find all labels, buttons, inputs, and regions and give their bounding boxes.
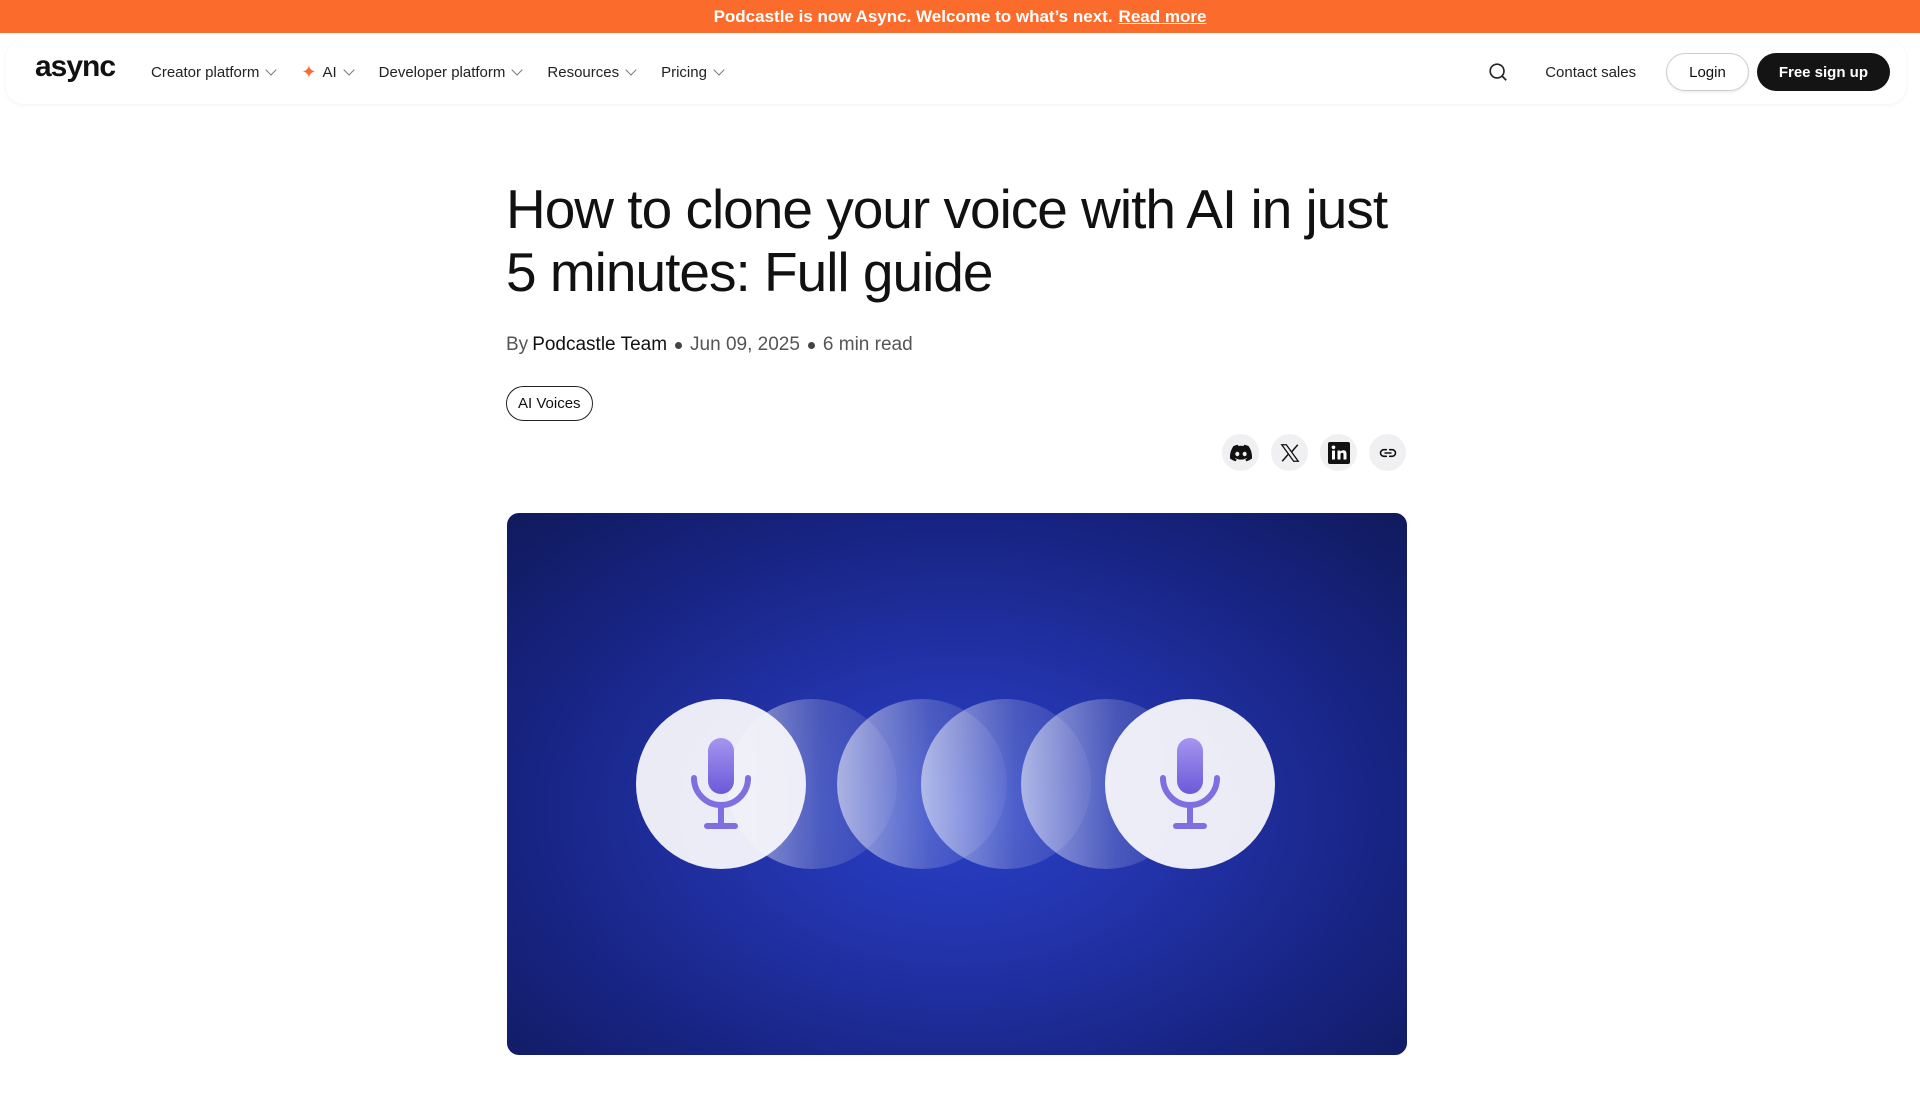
author-link[interactable]: Podcastle Team [532, 334, 667, 356]
x-icon [1279, 443, 1300, 462]
chevron-down-icon [342, 64, 355, 76]
linkedin-icon [1327, 441, 1350, 464]
by-label: By [506, 334, 529, 355]
menu-developer-platform[interactable]: Developer platform [378, 63, 524, 81]
article-meta: By Podcastle Team Jun 09, 2025 6 min rea… [506, 334, 1408, 356]
discord-icon [1229, 444, 1252, 461]
main-menu: Creator platform ✦ AI Developer platform… [151, 40, 725, 104]
banner-text: Podcastle is now Async. Welcome to what’… [713, 6, 1113, 26]
free-signup-button[interactable]: Free sign up [1756, 53, 1890, 91]
chevron-down-icon [265, 64, 278, 76]
top-navigation: async Creator platform ✦ AI Developer pl… [6, 40, 1906, 104]
search-icon [1489, 63, 1508, 81]
nav-actions: Contact sales Login Free sign up [1481, 40, 1890, 104]
menu-resources[interactable]: Resources [547, 63, 637, 81]
chevron-down-icon [713, 64, 725, 76]
separator-dot [807, 341, 815, 349]
microphone-icon [691, 738, 751, 829]
menu-ai[interactable]: ✦ AI [301, 62, 355, 82]
separator-dot [675, 341, 683, 349]
copy-link-button[interactable] [1369, 434, 1406, 471]
menu-label: Creator platform [151, 63, 260, 81]
sparkle-icon: ✦ [301, 62, 317, 82]
tag-ai-voices[interactable]: AI Voices [506, 386, 593, 421]
menu-label: Resources [547, 63, 620, 81]
login-button[interactable]: Login [1666, 53, 1749, 91]
link-icon [1379, 448, 1396, 457]
menu-pricing[interactable]: Pricing [661, 63, 725, 81]
share-x-button[interactable] [1271, 434, 1308, 471]
share-discord-button[interactable] [1222, 434, 1259, 471]
search-button[interactable] [1481, 55, 1515, 89]
announcement-banner: Podcastle is now Async. Welcome to what’… [0, 0, 1920, 33]
contact-sales-link[interactable]: Contact sales [1545, 64, 1636, 81]
hero-image [507, 513, 1407, 1055]
microphone-icon [1160, 738, 1220, 829]
cloned-voice-circle [1105, 699, 1275, 869]
menu-label: Pricing [661, 63, 707, 81]
menu-label: AI [322, 63, 337, 81]
menu-label: Developer platform [378, 63, 506, 81]
menu-creator-platform[interactable]: Creator platform [151, 63, 278, 81]
banner-read-more-link[interactable]: Read more [1119, 7, 1207, 27]
publish-date: Jun 09, 2025 [690, 334, 800, 355]
article-header: How to clone your voice with AI in just … [506, 178, 1408, 421]
chevron-down-icon [511, 64, 524, 76]
share-buttons [1222, 434, 1406, 471]
async-logo[interactable]: async [35, 50, 116, 84]
original-voice-circle [636, 699, 806, 869]
read-time: 6 min read [822, 334, 913, 355]
share-linkedin-button[interactable] [1320, 434, 1357, 471]
chevron-down-icon [625, 64, 637, 76]
article-title: How to clone your voice with AI in just … [506, 178, 1388, 303]
